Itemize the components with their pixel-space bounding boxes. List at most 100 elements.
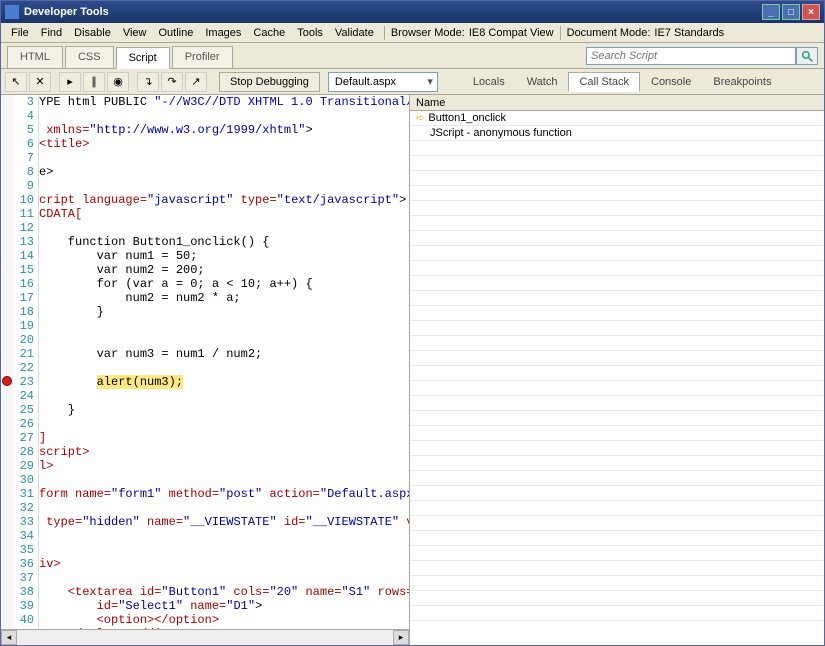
menu-disable[interactable]: Disable (68, 25, 117, 41)
callstack-row[interactable]: ➪Button1_onclick (410, 111, 824, 126)
code-line[interactable]: form name="form1" method="post" action="… (39, 487, 409, 501)
code-line[interactable] (39, 529, 409, 543)
file-selector[interactable]: Default.aspx (328, 72, 438, 92)
breakpoint-gutter[interactable] (1, 95, 13, 629)
code-line[interactable]: <textarea id="Button1" cols="20" name="S… (39, 585, 409, 599)
code-line[interactable]: <title> (39, 137, 409, 151)
search-button[interactable] (796, 47, 818, 65)
debug-tab-console[interactable]: Console (640, 72, 702, 92)
menu-validate[interactable]: Validate (329, 25, 380, 41)
pause-button[interactable]: ∥ (83, 72, 105, 92)
code-line[interactable] (39, 501, 409, 515)
menu-tools[interactable]: Tools (291, 25, 329, 41)
step-into-button[interactable]: ↴ (137, 72, 159, 92)
code-line[interactable]: for (var a = 0; a < 10; a++) { (39, 277, 409, 291)
code-line[interactable]: var num1 = 50; (39, 249, 409, 263)
callstack-row-empty (410, 576, 824, 591)
tab-html[interactable]: HTML (7, 46, 63, 68)
code-line[interactable] (39, 319, 409, 333)
code-line[interactable]: type="hidden" name="__VIEWSTATE" id="__V… (39, 515, 409, 529)
current-frame-icon: ➪ (416, 113, 424, 124)
search-input[interactable] (586, 47, 796, 65)
menu-cache[interactable]: Cache (247, 25, 291, 41)
scroll-left-icon[interactable]: ◂ (1, 630, 17, 645)
debug-tab-watch[interactable]: Watch (516, 72, 569, 92)
callstack-row-empty (410, 306, 824, 321)
callstack-row-empty (410, 276, 824, 291)
callstack-row[interactable]: JScript - anonymous function (410, 126, 824, 141)
callstack-row-empty (410, 606, 824, 621)
callstack-row-empty (410, 261, 824, 276)
code-line[interactable]: l> (39, 459, 409, 473)
menu-bar: FileFindDisableViewOutlineImagesCacheToo… (1, 23, 824, 43)
code-line[interactable] (39, 221, 409, 235)
code-line[interactable]: xmlns="http://www.w3.org/1999/xhtml"> (39, 123, 409, 137)
maximize-button[interactable]: □ (782, 4, 800, 20)
code-line[interactable] (39, 361, 409, 375)
code-line[interactable] (39, 473, 409, 487)
callstack-row-empty (410, 546, 824, 561)
tab-script[interactable]: Script (116, 47, 170, 69)
stop-debugging-button[interactable]: Stop Debugging (219, 72, 320, 92)
callstack-row-empty (410, 561, 824, 576)
code-line[interactable] (39, 109, 409, 123)
code-line[interactable] (39, 571, 409, 585)
close-button[interactable]: × (802, 4, 820, 20)
continue-button[interactable]: ▸ (59, 72, 81, 92)
code-text[interactable]: YPE html PUBLIC "-//W3C//DTD XHTML 1.0 T… (39, 95, 409, 629)
code-line[interactable] (39, 151, 409, 165)
code-line[interactable]: CDATA[ (39, 207, 409, 221)
code-line[interactable]: <option></option> (39, 613, 409, 627)
step-out-button[interactable]: ↗ (185, 72, 207, 92)
scroll-right-icon[interactable]: ▸ (393, 630, 409, 645)
code-line[interactable]: iv> (39, 557, 409, 571)
menu-images[interactable]: Images (199, 25, 247, 41)
code-line[interactable]: alert(num3); (39, 375, 409, 389)
menu-find[interactable]: Find (35, 25, 68, 41)
code-line[interactable]: } (39, 403, 409, 417)
code-line[interactable]: function Button1_onclick() { (39, 235, 409, 249)
callstack-row-empty (410, 456, 824, 471)
code-line[interactable]: var num2 = 200; (39, 263, 409, 277)
code-line[interactable] (39, 417, 409, 431)
clear-button[interactable]: ✕ (29, 72, 51, 92)
code-line[interactable] (39, 543, 409, 557)
horizontal-scrollbar[interactable]: ◂ ▸ (1, 629, 409, 645)
menu-outline[interactable]: Outline (152, 25, 199, 41)
callstack-row-empty (410, 486, 824, 501)
code-line[interactable]: cript language="javascript" type="text/j… (39, 193, 409, 207)
debug-tab-call-stack[interactable]: Call Stack (568, 72, 640, 92)
search-icon (801, 50, 814, 63)
code-line[interactable]: var num3 = num1 / num2; (39, 347, 409, 361)
step-over-button[interactable]: ↷ (161, 72, 183, 92)
code-line[interactable]: script> (39, 445, 409, 459)
menu-file[interactable]: File (5, 25, 35, 41)
code-line[interactable]: num2 = num2 * a; (39, 291, 409, 305)
browserMode[interactable]: IE8 Compat View (467, 25, 556, 41)
debug-tab-breakpoints[interactable]: Breakpoints (702, 72, 782, 92)
debug-tab-locals[interactable]: Locals (462, 72, 516, 92)
callstack-row-empty (410, 171, 824, 186)
code-line[interactable]: e> (39, 165, 409, 179)
code-line[interactable]: id="Select1" name="D1"> (39, 599, 409, 613)
callstack-row-empty (410, 231, 824, 246)
app-window: Developer Tools _ □ × FileFindDisableVie… (0, 0, 825, 646)
docMode[interactable]: IE7 Standards (652, 25, 726, 41)
callstack-row-empty (410, 381, 824, 396)
code-line[interactable]: } (39, 305, 409, 319)
breakpoint-icon[interactable] (2, 376, 12, 386)
code-line[interactable] (39, 333, 409, 347)
pointer-tool-button[interactable]: ↖ (5, 72, 27, 92)
minimize-button[interactable]: _ (762, 4, 780, 20)
code-line[interactable]: YPE html PUBLIC "-//W3C//DTD XHTML 1.0 T… (39, 95, 409, 109)
code-line[interactable] (39, 389, 409, 403)
tab-css[interactable]: CSS (65, 46, 114, 68)
menu-view[interactable]: View (117, 25, 153, 41)
tab-profiler[interactable]: Profiler (172, 46, 233, 68)
callstack-row-empty (410, 516, 824, 531)
code-line[interactable]: ] (39, 431, 409, 445)
code-line[interactable] (39, 179, 409, 193)
callstack-row-empty (410, 201, 824, 216)
break-all-button[interactable]: ◉ (107, 72, 129, 92)
main-tabs: HTMLCSSScriptProfiler (1, 43, 824, 69)
